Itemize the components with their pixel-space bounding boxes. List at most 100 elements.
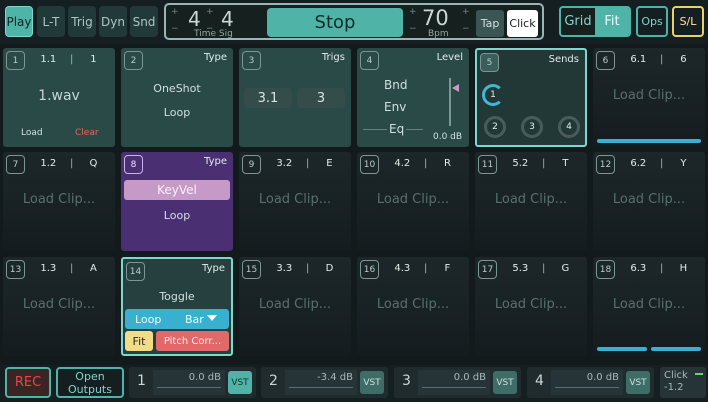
pad-number: 16 <box>360 260 379 279</box>
pad-13[interactable]: 13 1.3 | A Load Clip... <box>3 257 115 356</box>
chevron-down-icon[interactable] <box>207 315 217 321</box>
vst-button[interactable]: VST <box>228 371 252 394</box>
save-load-button[interactable]: S/L <box>672 6 704 37</box>
output-level-line <box>555 387 619 388</box>
load-clip-label: Load Clip... <box>612 88 686 103</box>
output-level-slider[interactable]: 0.0 dB <box>551 370 623 395</box>
send-knob-4[interactable]: 4 <box>558 116 580 138</box>
mode-play-button[interactable]: Play <box>5 6 33 37</box>
ts-den-plus-icon[interactable]: + <box>206 7 214 17</box>
click-output-label: Click <box>664 370 688 381</box>
pad-key: A <box>89 263 97 274</box>
vst-button[interactable]: VST <box>493 371 517 394</box>
time-sig-denominator[interactable]: 4 <box>221 7 234 31</box>
pad-9[interactable]: 9 3.2 | E Load Clip... <box>239 152 351 251</box>
type-oneshot-option[interactable]: OneShot <box>121 82 233 95</box>
pad-load-button[interactable]: Load <box>21 128 43 138</box>
pad-10[interactable]: 10 4.2 | R Load Clip... <box>357 152 469 251</box>
output-level-slider[interactable]: -3.4 dB <box>285 370 357 395</box>
pad-11[interactable]: 11 5.2 | T Load Clip... <box>475 152 587 251</box>
click-button[interactable]: Click <box>507 10 538 37</box>
bpm-minus-icon[interactable]: − <box>462 24 470 34</box>
send-knob-1[interactable]: 1 <box>482 84 504 106</box>
pad-key: G <box>561 263 570 274</box>
pad-slot: 3.3 <box>276 263 293 274</box>
pad-number: 6 <box>596 51 615 70</box>
pad-header-separator: | <box>424 263 428 274</box>
ops-button[interactable]: Ops <box>636 6 668 37</box>
pad-8[interactable]: 8 Type KeyVel Loop <box>121 152 233 251</box>
pad-6[interactable]: 6 6.1 | 6 Load Clip... <box>593 48 705 147</box>
grid-button[interactable]: Grid <box>561 8 595 35</box>
time-sig-numerator[interactable]: 4 <box>188 7 201 31</box>
bpm-value[interactable]: 70 <box>422 6 449 30</box>
pad-header: 4.2 | R <box>385 158 463 172</box>
pad-16[interactable]: 16 4.3 | F Load Clip... <box>357 257 469 356</box>
output-level-slider[interactable]: 0.0 dB <box>153 370 225 395</box>
ts-num-plus-icon[interactable]: + <box>171 7 179 17</box>
pad-4[interactable]: 4 Level Bnd Env Eq 0.0 dB <box>357 48 469 147</box>
fit-toggle-button[interactable]: Fit <box>125 331 153 351</box>
bar-dropdown[interactable]: Bar <box>185 313 204 326</box>
pad-3[interactable]: 3 Trigs 3.1 3 <box>239 48 351 147</box>
output-level-value: 0.0 dB <box>188 372 221 383</box>
pad-slot: 3.2 <box>276 158 293 169</box>
stop-button[interactable]: Stop <box>267 8 403 37</box>
pitch-correction-button[interactable]: Pitch Corr... <box>156 331 229 351</box>
bpm-plus-left-icon[interactable]: + <box>409 7 417 17</box>
pad-slot: 4.2 <box>394 158 411 169</box>
mode-lt-button[interactable]: L-T <box>37 6 65 37</box>
progress-bar <box>597 139 701 143</box>
trig-value-2[interactable]: 3 <box>297 88 345 108</box>
pad-12[interactable]: 12 6.2 | Y Load Clip... <box>593 152 705 251</box>
pad-clear-button[interactable]: Clear <box>75 128 99 138</box>
load-clip-label: Load Clip... <box>258 297 332 312</box>
mode-dyn-button[interactable]: Dyn <box>99 6 127 37</box>
pad-2[interactable]: 2 Type OneShot Loop <box>121 48 233 147</box>
pad-header: 1.2 | Q <box>31 158 109 172</box>
pad-17[interactable]: 17 5.3 | G Load Clip... <box>475 257 587 356</box>
type-loop-option[interactable]: Loop <box>121 209 233 222</box>
pad-key: H <box>679 263 688 274</box>
pad-14[interactable]: 14 Type Toggle Loop Bar Fit Pitch Corr..… <box>121 257 233 356</box>
pad-key: E <box>326 158 333 169</box>
pad-title: Trigs <box>321 52 345 63</box>
open-outputs-button[interactable]: Open Outputs <box>56 367 124 398</box>
send-knob-2[interactable]: 2 <box>484 116 506 138</box>
mode-trig-button[interactable]: Trig <box>68 6 96 37</box>
level-fader-handle[interactable] <box>452 84 459 92</box>
bpm-minus-left-icon[interactable]: − <box>409 24 417 34</box>
trig-value-1[interactable]: 3.1 <box>244 88 292 108</box>
mode-snd-button[interactable]: Snd <box>130 6 158 37</box>
pad-key: Y <box>680 158 687 169</box>
open-outputs-line1: Open <box>75 369 105 383</box>
vst-button[interactable]: VST <box>626 371 650 394</box>
pad-key: 1 <box>90 54 97 65</box>
click-output-level[interactable]: Click -1.2 <box>660 367 706 398</box>
bpm-plus-icon[interactable]: + <box>462 7 470 17</box>
pad-7[interactable]: 7 1.2 | Q Load Clip... <box>3 152 115 251</box>
type-loop-option[interactable]: Loop <box>121 106 233 119</box>
pad-15[interactable]: 15 3.3 | D Load Clip... <box>239 257 351 356</box>
level-value: 0.0 dB <box>433 132 463 142</box>
output-level-slider[interactable]: 0.0 dB <box>418 370 490 395</box>
loop-button[interactable]: Loop <box>135 313 161 326</box>
ts-num-minus-icon[interactable]: − <box>171 24 179 34</box>
pad-18[interactable]: 18 6.3 | H Load Clip... <box>593 257 705 356</box>
vst-button[interactable]: VST <box>360 371 384 394</box>
pad-header: 6.1 | 6 <box>621 54 699 68</box>
type-keyvel-option[interactable]: KeyVel <box>124 180 230 200</box>
eq-button[interactable]: Eq <box>387 122 407 136</box>
fit-button[interactable]: Fit <box>595 8 629 35</box>
send-knob-3[interactable]: 3 <box>521 116 543 138</box>
type-toggle-option[interactable]: Toggle <box>123 290 231 303</box>
tap-button[interactable]: Tap <box>476 10 504 37</box>
pad-1[interactable]: 1 1.1 | 1 1.wav Load Clear <box>3 48 115 147</box>
bend-button[interactable]: Bnd <box>384 78 407 92</box>
envelope-button[interactable]: Env <box>384 100 406 114</box>
level-fader-track[interactable] <box>449 78 451 126</box>
record-button[interactable]: REC <box>5 367 51 398</box>
pad-header: 6.3 | H <box>621 263 699 277</box>
pad-5[interactable]: 5 Sends 1 2 3 4 <box>475 48 587 147</box>
click-output-value: -1.2 <box>664 382 684 393</box>
